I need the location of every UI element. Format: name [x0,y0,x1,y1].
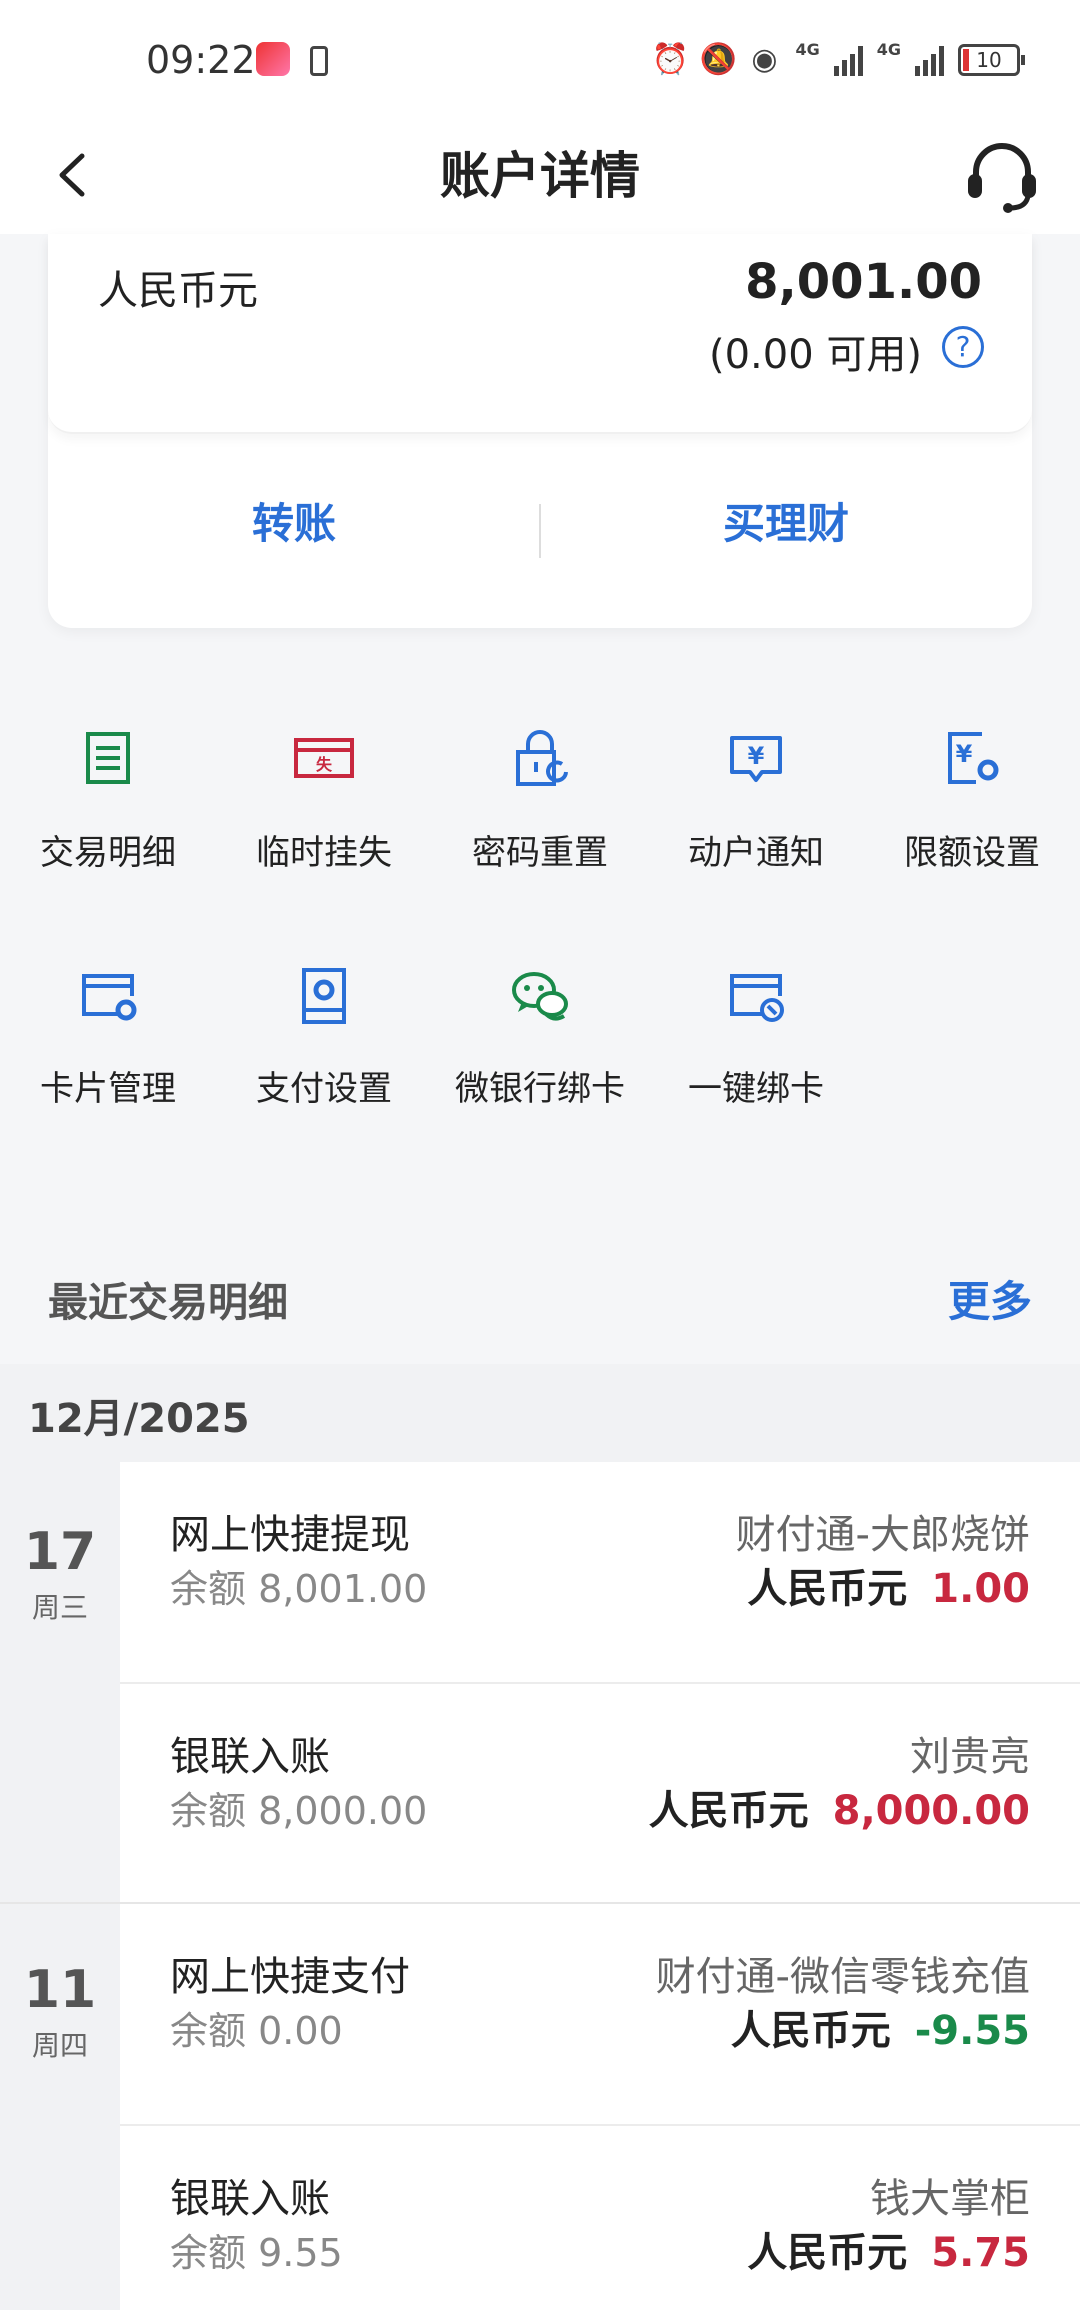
transaction-value: 1.00 [931,1566,1030,1612]
function-label: 一键绑卡 [688,1069,824,1109]
recent-transactions-header: 最近交易明细 更多 [0,1240,1080,1364]
date-day: 17 [23,1522,97,1582]
function-card-management[interactable]: 卡片管理 [0,896,216,1109]
balance-amount: 8,001.00 [745,254,982,310]
alarm-icon: ⏰ [651,42,689,77]
status-time: 09:22 [146,38,256,82]
date-weekday: 周四 [31,2029,88,2062]
payment-setting-icon [302,968,346,1024]
transaction-currency: 人民币元 [730,2008,891,2054]
wechat-bind-icon [512,972,568,1021]
lock-reset-icon [516,730,568,786]
mute-icon: 🔕 [699,42,737,77]
status-icons: ⏰ 🔕 ◉ 4G 4G 10 [651,40,1025,80]
transaction-balance: 余额 0.00 [170,2009,343,2053]
function-payment-setting[interactable]: 支付设置 [216,896,432,1109]
signal-icon [833,44,863,76]
function-transaction-detail[interactable]: 交易明细 [0,640,216,873]
loss-report-icon: 失 [294,738,354,778]
month-label: 12月/2025 [28,1396,250,1442]
function-limit-setting[interactable]: ¥ 限额设置 [864,640,1080,873]
function-grid: 交易明细 失 临时挂失 密码重置 ¥ 动户通知 ¥ 限额设置 卡片管理 支付设置… [0,640,1080,1200]
transaction-balance: 余额 8,000.00 [170,1789,428,1833]
balance-section: 人民币元 8,001.00 (0.00 可用) ? [48,234,1032,434]
transaction-balance: 余额 8,001.00 [170,1567,428,1611]
transaction-value: 8,000.00 [832,1788,1030,1834]
status-bar: 09:22 ⏰ 🔕 ◉ 4G 4G 10 [0,0,1080,118]
help-icon[interactable]: ? [942,326,984,368]
date-weekday: 周三 [31,1591,88,1624]
top-bar: 账户详情 [0,118,1080,234]
date-column: 11 周四 [0,1904,120,2310]
phone-icon [310,46,328,76]
transfer-button[interactable]: 转账 [48,434,540,628]
function-label: 卡片管理 [40,1069,176,1109]
transaction-peer: 刘贵亮 [910,1734,1030,1780]
battery-icon: 10 [958,44,1025,76]
account-card: 人民币元 8,001.00 (0.00 可用) ? 转账 买理财 [48,234,1032,628]
transaction-peer: 钱大掌柜 [870,2176,1030,2222]
transaction-amount: 人民币元 -9.55 [731,1998,1030,2056]
limit-setting-icon: ¥ [948,732,999,784]
network-4g-icon: 4G [795,40,820,59]
transaction-amount: 人民币元 1.00 [747,1556,1030,1614]
transaction-row[interactable]: 网上快捷提现 余额 8,001.00 财付通-大郎烧饼 人民币元 1.00 [120,1462,1080,1682]
month-header: 12月/2025 [0,1364,1080,1462]
function-label: 动户通知 [688,833,824,873]
function-label: 支付设置 [256,1069,392,1109]
transaction-balance: 余额 9.55 [170,2231,343,2275]
transaction-amount: 人民币元 5.75 [747,2220,1030,2278]
customer-service-button[interactable] [960,134,1044,218]
card-actions: 转账 买理财 [48,434,1032,628]
transaction-name: 网上快捷支付 [170,1954,410,2000]
transaction-row[interactable]: 网上快捷支付 余额 0.00 财付通-微信零钱充值 人民币元 -9.55 [120,1904,1080,2124]
transaction-name: 网上快捷提现 [170,1512,410,1558]
transaction-peer: 财付通-微信零钱充值 [655,1954,1030,2000]
app-notification-icon [256,42,290,76]
function-label: 密码重置 [472,833,608,873]
transaction-name: 银联入账 [170,2176,330,2222]
transaction-currency: 人民币元 [747,2230,908,2276]
date-column: 17 周三 [0,1462,120,1902]
buy-wealth-button[interactable]: 买理财 [540,434,1032,628]
function-quick-bind[interactable]: 一键绑卡 [648,896,864,1109]
transaction-currency: 人民币元 [747,1566,908,1612]
notice-icon: ¥ [730,736,782,782]
list-icon [86,732,130,784]
function-label: 限额设置 [904,833,1040,873]
recent-transactions-title: 最近交易明细 [48,1280,288,1326]
quick-bind-icon [730,974,784,1022]
available-balance: (0.00 可用) [709,332,922,378]
function-password-reset[interactable]: 密码重置 [432,640,648,873]
function-wechat-bind[interactable]: 微银行绑卡 [432,896,648,1109]
transaction-row[interactable]: 银联入账 余额 8,000.00 刘贵亮 人民币元 8,000.00 [120,1682,1080,1902]
signal-icon-2 [915,44,944,76]
function-label: 临时挂失 [256,833,392,873]
notice-glyph: ¥ [748,742,765,770]
function-temporary-loss[interactable]: 失 临时挂失 [216,640,432,873]
more-link[interactable]: 更多 [948,1268,1032,1329]
page-title: 账户详情 [440,147,640,205]
network-4g-icon-2: 4G [876,40,901,59]
hotspot-icon: ◉ [751,42,778,77]
currency-label: 人民币元 [98,268,258,314]
transaction-amount: 人民币元 8,000.00 [649,1778,1030,1836]
headset-icon [968,143,1036,213]
limit-glyph: ¥ [956,740,973,768]
transaction-name: 银联入账 [170,1734,330,1780]
date-day: 11 [23,1960,97,2020]
function-label: 交易明细 [40,833,176,873]
transaction-list: 17 周三 网上快捷提现 余额 8,001.00 财付通-大郎烧饼 人民币元 1.… [0,1462,1080,2310]
function-account-notice[interactable]: ¥ 动户通知 [648,640,864,873]
transaction-value: 5.75 [931,2230,1030,2276]
transaction-currency: 人民币元 [648,1788,809,1834]
card-manage-icon [82,974,137,1021]
loss-glyph: 失 [316,755,333,774]
transaction-peer: 财付通-大郎烧饼 [735,1512,1030,1558]
function-label: 微银行绑卡 [455,1069,625,1109]
transaction-value: -9.55 [914,2008,1030,2054]
transaction-row[interactable]: 银联入账 余额 9.55 钱大掌柜 人民币元 5.75 [120,2124,1080,2310]
